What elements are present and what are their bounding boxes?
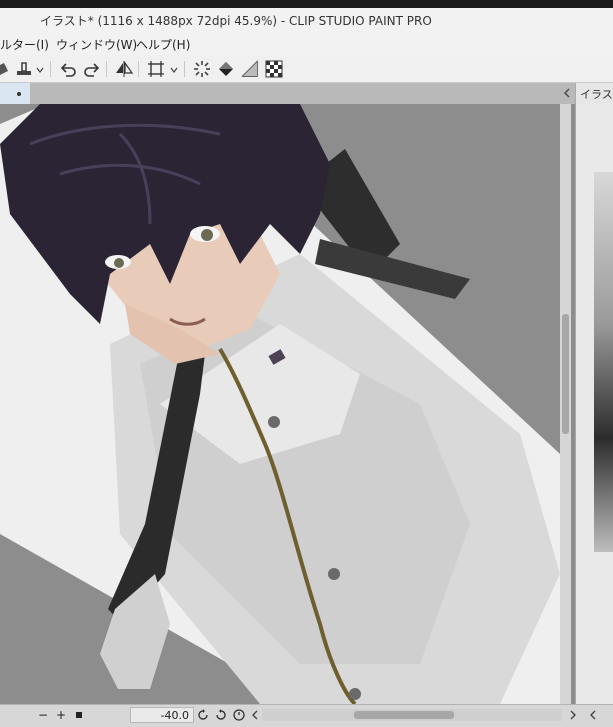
ruler-icon[interactable] <box>240 59 260 79</box>
navigator-tab-label: イラスト* <box>580 88 613 101</box>
chevron-down-icon[interactable] <box>170 63 178 73</box>
rotate-left-icon[interactable] <box>196 708 210 722</box>
canvas-viewport[interactable] <box>0 104 560 704</box>
canvas-vertical-scrollbar[interactable] <box>560 104 571 704</box>
scroll-left-icon[interactable] <box>248 708 262 722</box>
toolbar-divider <box>106 61 107 77</box>
vertical-scroll-thumb[interactable] <box>562 314 569 434</box>
toolbar-divider <box>138 61 139 77</box>
bucket-icon[interactable] <box>0 59 12 79</box>
menu-help[interactable]: ヘルプ(H) <box>136 36 190 53</box>
undo-icon[interactable] <box>58 59 78 79</box>
rotation-angle-field[interactable]: -40.0 <box>130 707 194 723</box>
canvas-horizontal-scrollbar[interactable] <box>262 709 562 721</box>
zoom-in-button[interactable]: + <box>54 708 68 722</box>
os-top-strip <box>0 0 613 8</box>
toolbar-divider <box>184 61 185 77</box>
fit-screen-button[interactable] <box>72 708 86 722</box>
redo-icon[interactable] <box>82 59 102 79</box>
reset-rotation-icon[interactable] <box>232 708 246 722</box>
checker-icon[interactable] <box>264 59 284 79</box>
navigator-preview-image <box>594 172 613 552</box>
stamp-icon[interactable] <box>14 59 34 79</box>
transform-icon[interactable] <box>146 59 166 79</box>
document-tab-row: イラスト* <box>0 83 613 104</box>
window-titlebar: イラスト* (1116 x 1488px 72dpi 45.9%) - CLIP… <box>0 8 613 33</box>
rotate-right-icon[interactable] <box>214 708 228 722</box>
chevron-down-icon[interactable] <box>36 63 44 73</box>
panel-scroll-left-icon[interactable] <box>586 708 600 722</box>
menu-filter[interactable]: ルター(I) <box>0 36 49 53</box>
window-title: イラスト* (1116 x 1488px 72dpi 45.9%) - CLIP… <box>40 14 432 28</box>
toolbar-divider <box>50 61 51 77</box>
artwork-illustration[interactable] <box>0 104 560 704</box>
fill-icon[interactable] <box>216 59 236 79</box>
flip-horizontal-icon[interactable] <box>114 59 134 79</box>
menu-window[interactable]: ウィンドウ(W) <box>56 36 137 53</box>
scroll-right-icon[interactable] <box>566 708 580 722</box>
navigator-preview[interactable] <box>594 172 613 552</box>
navigator-tab[interactable]: イラスト* <box>575 83 613 104</box>
tab-illustration[interactable] <box>0 83 30 104</box>
command-bar <box>0 55 613 83</box>
canvas-status-bar: − + -40.0 <box>0 704 613 727</box>
horizontal-scroll-thumb[interactable] <box>354 711 454 719</box>
menu-bar: ルター(I) ウィンドウ(W) ヘルプ(H) <box>0 33 613 55</box>
navigator-panel <box>575 104 613 704</box>
zoom-out-button[interactable]: − <box>36 708 50 722</box>
unsaved-dot-icon <box>17 92 21 96</box>
spinner-icon[interactable] <box>192 59 212 79</box>
chevron-left-icon[interactable] <box>561 86 573 100</box>
